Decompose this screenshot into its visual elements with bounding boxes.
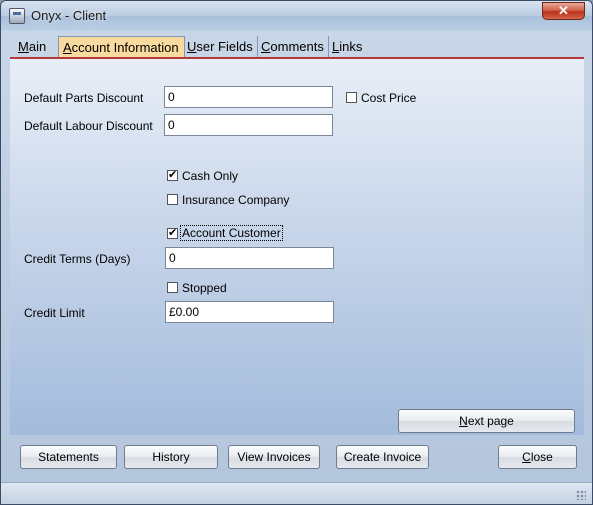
account-information-panel: Default Parts Discount 0 Cost Price Defa… [10,57,584,435]
credit-terms-label: Credit Terms (Days) [24,252,131,266]
history-button[interactable]: History [124,445,218,469]
title-bar[interactable]: Onyx - Client ✕ [1,1,592,31]
account-customer-label: Account Customer [180,225,283,241]
stopped-label: Stopped [182,281,227,295]
next-page-button[interactable]: Next page [398,409,575,433]
labour-discount-input[interactable]: 0 [164,114,333,136]
tab-account-information[interactable]: Account Information [58,36,185,58]
close-icon: ✕ [558,3,569,18]
cost-price-label: Cost Price [361,91,417,105]
status-bar [1,482,592,504]
tab-links[interactable]: Links [328,36,364,58]
cash-only-label: Cash Only [182,169,239,183]
window-close-button[interactable]: ✕ [542,2,585,20]
credit-terms-input[interactable]: 0 [165,247,334,269]
close-button[interactable]: Close [498,445,577,469]
insurance-company-checkbox[interactable] [167,194,178,205]
cost-price-checkbox[interactable] [346,92,357,103]
tab-user-fields[interactable]: User Fields [183,36,258,58]
resize-grip-icon[interactable] [576,490,586,500]
stopped-checkbox[interactable] [167,282,178,293]
create-invoice-button[interactable]: Create Invoice [336,445,429,469]
statements-button[interactable]: Statements [20,445,117,469]
parts-discount-input[interactable]: 0 [164,86,333,108]
client-window: Onyx - Client ✕ Main Account Information… [0,0,593,505]
account-customer-checkbox[interactable] [167,226,178,239]
window-title: Onyx - Client [31,8,107,23]
credit-limit-label: Credit Limit [24,306,85,320]
insurance-company-label: Insurance Company [182,193,290,207]
tab-main[interactable]: Main [14,36,59,58]
labour-discount-label: Default Labour Discount [24,119,153,133]
tab-comments[interactable]: Comments [257,36,329,58]
credit-limit-input[interactable]: £0.00 [165,301,334,323]
view-invoices-button[interactable]: View Invoices [228,445,320,469]
tab-strip: Main Account Information User Fields Com… [10,36,584,58]
cash-only-checkbox[interactable] [167,168,178,181]
parts-discount-label: Default Parts Discount [24,91,144,105]
app-icon [9,8,25,24]
